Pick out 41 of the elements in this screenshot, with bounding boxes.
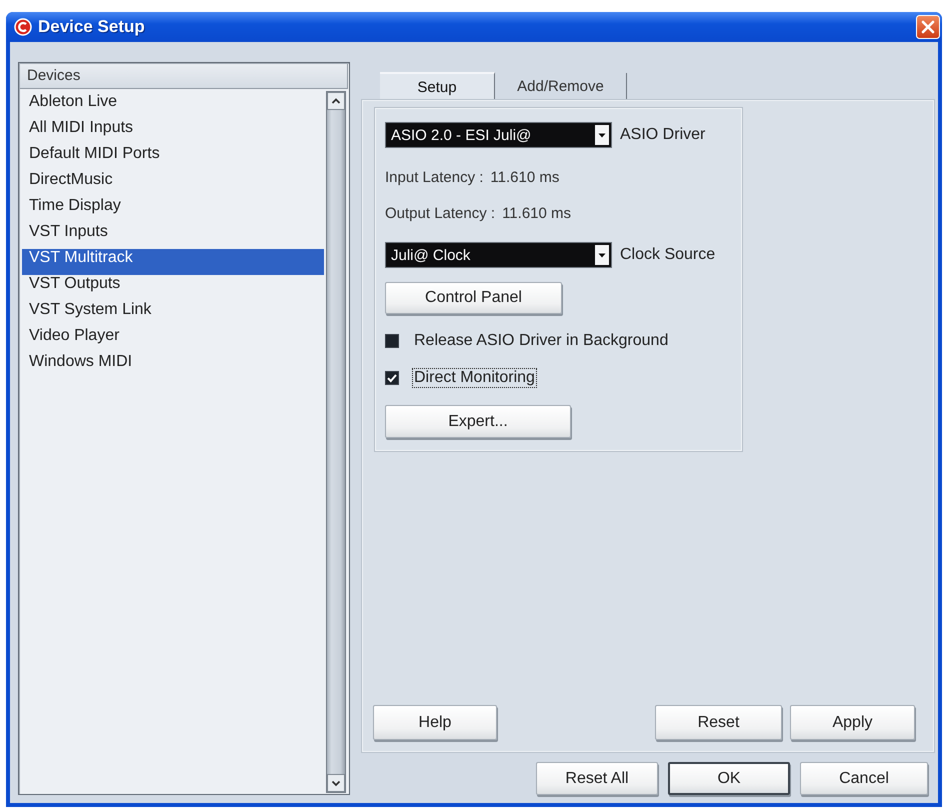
field-label: ASIO Driver [620,126,706,144]
app-logo-icon [14,18,32,36]
field-label: Clock Source [620,246,716,264]
clock-source-dropdown[interactable]: Juli@ Clock [385,242,612,268]
latency-label: Output Latency : [385,204,496,222]
list-item[interactable]: DirectMusic [22,171,324,197]
list-item[interactable]: Video Player [22,327,324,353]
checkbox[interactable] [385,371,399,385]
list-item[interactable]: Default MIDI Ports [22,145,324,171]
column-header: Devices [20,64,348,89]
help-button[interactable]: Help [373,705,497,740]
caret-down-icon [595,125,609,145]
control-panel-button[interactable]: Control Panel [385,282,562,314]
list-item[interactable]: VST Inputs [22,223,324,249]
list-item[interactable]: VST Multitrack [22,249,324,275]
caret-up-icon[interactable] [327,92,345,110]
ok-button[interactable]: OK [668,762,790,795]
reset-button[interactable]: Reset [655,705,782,740]
close-icon[interactable] [916,15,940,39]
caret-down-icon[interactable] [327,774,345,792]
reset-all-button[interactable]: Reset All [536,762,658,795]
list-item[interactable]: Ableton Live [22,93,324,119]
caret-down-icon [595,245,609,265]
expert-button[interactable]: Expert... [385,405,571,438]
driver-dropdown[interactable]: ASIO 2.0 - ESI Juli@ [385,122,612,148]
list-item[interactable]: All MIDI Inputs [22,119,324,145]
list-item[interactable]: VST System Link [22,301,324,327]
tab[interactable]: Setup [380,72,495,100]
apply-button[interactable]: Apply [790,705,915,740]
list-item[interactable]: Time Display [22,197,324,223]
latency-value: 11.610 ms [502,204,572,222]
cancel-button[interactable]: Cancel [800,762,928,795]
latency-value: 11.610 ms [490,168,560,186]
checkbox-label: Direct Monitoring [413,369,536,387]
latency-label: Input Latency : [385,168,484,186]
checkbox-label: Release ASIO Driver in Background [413,332,670,350]
window-title: Device Setup [38,17,146,37]
scrollbar[interactable] [326,91,346,793]
list-item[interactable]: Windows MIDI [22,353,324,379]
checkbox[interactable] [385,334,399,348]
list-item[interactable]: VST Outputs [22,275,324,301]
